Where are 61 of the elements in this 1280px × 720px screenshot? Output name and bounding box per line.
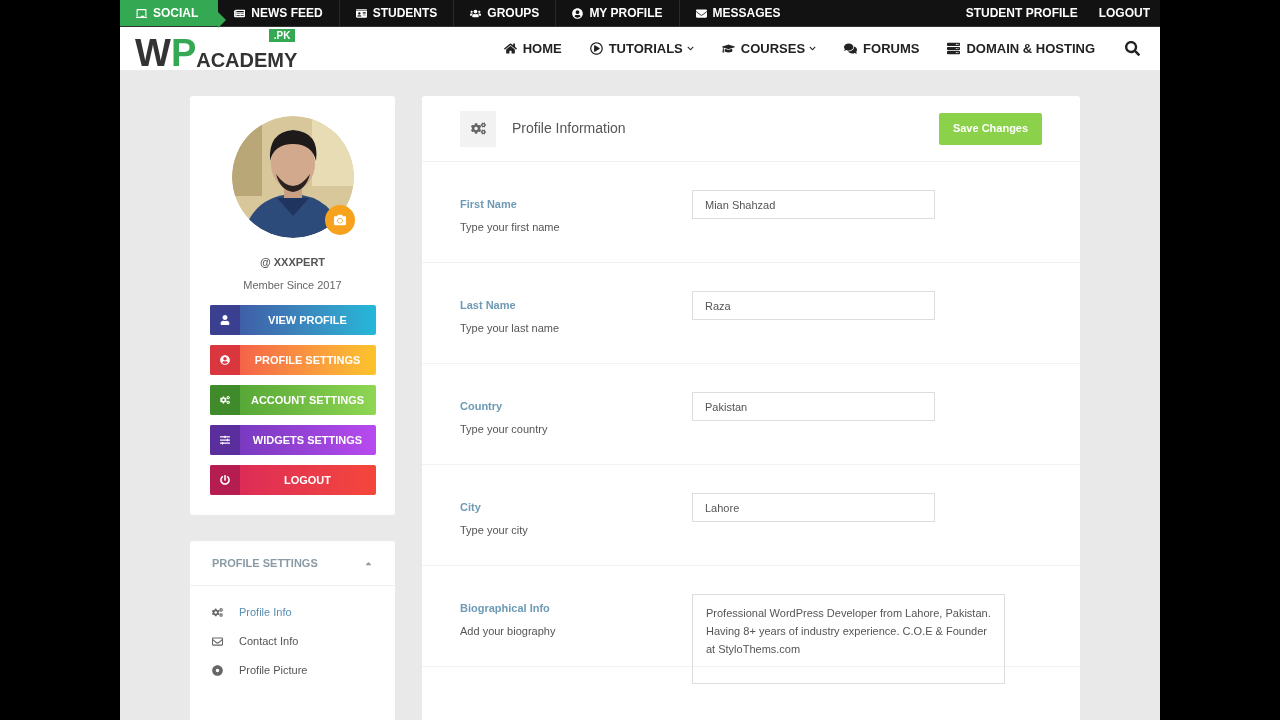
top-nav-tab[interactable]: GROUPS bbox=[454, 0, 556, 26]
field-hint: Type your country bbox=[460, 421, 549, 437]
chevron-down-icon bbox=[686, 45, 694, 52]
envelope-icon bbox=[212, 636, 223, 647]
field-hint: Type your last name bbox=[460, 320, 561, 336]
logo-badge: .PK bbox=[268, 29, 296, 42]
top-link[interactable]: STUDENT PROFILE bbox=[965, 4, 1078, 22]
profile-action-button[interactable]: LOGOUT bbox=[209, 465, 376, 495]
field-hint: Add your biography bbox=[460, 623, 557, 639]
field-hint: Type your first name bbox=[460, 219, 561, 235]
field-label: First Name bbox=[460, 197, 518, 212]
search-icon[interactable] bbox=[1125, 41, 1140, 56]
power-icon bbox=[219, 475, 230, 485]
graduation-cap-icon bbox=[721, 42, 735, 55]
main-nav-link[interactable]: TUTORIALS bbox=[589, 38, 694, 59]
gears-icon bbox=[470, 121, 486, 136]
username: @ XXXPERT bbox=[259, 255, 326, 270]
envelope-icon bbox=[695, 7, 707, 19]
field-label: Biographical Info bbox=[460, 601, 551, 616]
text-field[interactable]: Lahore bbox=[692, 493, 935, 522]
field-label: Last Name bbox=[460, 298, 517, 313]
user-icon bbox=[219, 315, 230, 325]
field-hint: Type your city bbox=[460, 522, 529, 538]
top-nav-tab[interactable]: MESSAGES bbox=[679, 0, 797, 26]
text-field[interactable]: Pakistan bbox=[692, 392, 935, 421]
biography-field[interactable]: Professional WordPress Developer from Lahore, Pakistan. Having 8+ years of industry experience. C.O.E & Founder at StyloThems.com bbox=[692, 594, 1005, 684]
settings-menu-item[interactable]: Profile Picture bbox=[212, 656, 373, 685]
settings-menu-item[interactable]: Profile Info bbox=[212, 598, 373, 627]
camera-icon bbox=[333, 214, 346, 226]
text-field[interactable]: Mian Shahzad bbox=[692, 190, 935, 219]
gears-icon bbox=[212, 607, 223, 618]
top-nav-tab[interactable]: STUDENTS bbox=[339, 0, 454, 26]
main-nav-link[interactable]: HOME bbox=[503, 38, 562, 59]
member-since: Member Since 2017 bbox=[243, 277, 342, 293]
newspaper-icon bbox=[234, 7, 246, 19]
logo-text: ACADEMY bbox=[196, 50, 298, 70]
server-icon bbox=[947, 42, 961, 55]
top-link[interactable]: LOGOUT bbox=[1098, 4, 1150, 22]
sliders-icon bbox=[219, 435, 230, 445]
profile-action-button[interactable]: VIEW PROFILE bbox=[209, 305, 376, 335]
logo-mark[interactable]: WP bbox=[135, 36, 197, 70]
settings-menu-item[interactable]: Contact Info bbox=[212, 627, 373, 656]
text-field[interactable]: Raza bbox=[692, 291, 935, 320]
chevron-down-icon bbox=[809, 45, 817, 52]
profile-action-button[interactable]: WIDGETS SETTINGS bbox=[209, 425, 376, 455]
id-card-icon bbox=[355, 7, 367, 19]
field-label: Country bbox=[460, 399, 504, 414]
main-nav-link[interactable]: DOMAIN & HOSTING bbox=[947, 38, 1095, 59]
main-nav-link[interactable]: FORUMS bbox=[844, 38, 920, 59]
main-nav-link[interactable]: COURSES bbox=[721, 38, 817, 59]
camera-button[interactable] bbox=[324, 205, 355, 235]
home-icon bbox=[503, 42, 517, 55]
play-icon bbox=[589, 42, 603, 55]
top-nav-tab[interactable]: NEWS FEED bbox=[218, 0, 339, 26]
field-label: City bbox=[460, 500, 482, 515]
chat-icon bbox=[844, 42, 858, 55]
board-icon bbox=[136, 7, 147, 19]
gears-icon bbox=[219, 395, 230, 405]
users-icon bbox=[470, 7, 482, 19]
form-title: Profile Information bbox=[512, 119, 626, 138]
top-nav-tab[interactable]: MY PROFILE bbox=[556, 0, 679, 26]
